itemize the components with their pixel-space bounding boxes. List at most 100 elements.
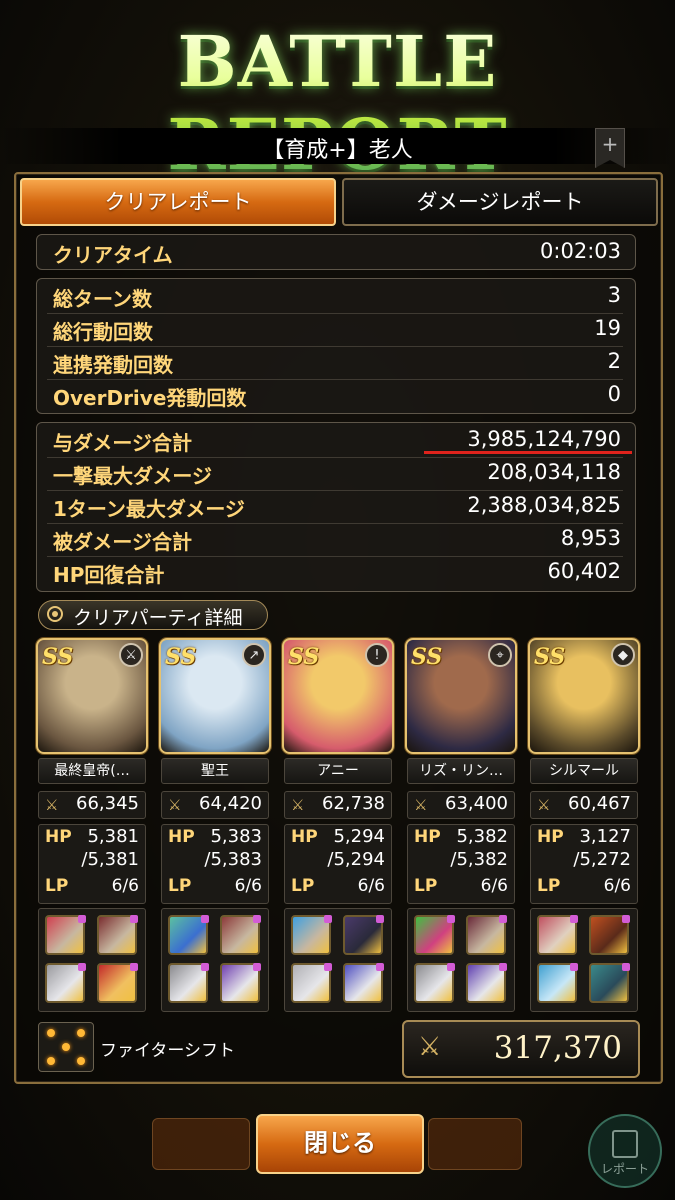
report-button[interactable]: レポート <box>588 1114 662 1188</box>
rank-dot-icon <box>570 915 578 923</box>
character-portrait[interactable]: SS ↗ <box>159 638 271 754</box>
stat-label: 与ダメージ合計 <box>53 431 192 455</box>
rank-badge: SS <box>165 644 197 670</box>
rank-dot-icon <box>570 963 578 971</box>
crossed-swords-icon: ⚔ <box>45 796 59 814</box>
weapon-glyph: ⌖ <box>496 648 504 663</box>
armor-icon[interactable] <box>589 915 630 955</box>
clear-time-value: 0:02:03 <box>540 239 621 263</box>
hp-lp-box: HP 5,381/5,381 LP 6/6 <box>38 824 146 904</box>
rank-dot-icon <box>78 963 86 971</box>
clear-time-label: クリアタイム <box>53 243 173 267</box>
lp-label: LP <box>414 876 438 896</box>
divider <box>47 490 623 491</box>
total-power-box: ⚔ 317,370 <box>402 1020 640 1078</box>
rank-dot-icon <box>253 915 261 923</box>
armor-icon[interactable] <box>220 915 261 955</box>
divider <box>47 457 623 458</box>
lp-value: 6/6 <box>357 876 385 896</box>
weapon-icon[interactable] <box>537 915 578 955</box>
gauntlet-icon[interactable] <box>168 963 209 1003</box>
rank-dot-icon <box>499 915 507 923</box>
stat-value: 19 <box>594 316 621 340</box>
weapon-glyph: ◆ <box>618 648 628 663</box>
stat-row: HP回復合計 60,402 <box>53 559 621 591</box>
weapon-glyph: ⚔ <box>125 648 137 663</box>
rank-dot-icon <box>499 963 507 971</box>
total-power-value: 317,370 <box>493 1030 622 1066</box>
stat-row: OverDrive発動回数 0 <box>53 382 621 414</box>
bow-icon: ⌖ <box>488 643 512 667</box>
gauntlet-icon[interactable] <box>537 963 578 1003</box>
crossed-swords-icon: ⚔ <box>414 796 428 814</box>
equipment-box <box>530 908 638 1012</box>
weapon-icon[interactable] <box>414 915 455 955</box>
stat-row: 被ダメージ合計 8,953 <box>53 526 621 558</box>
character-name: アニー <box>284 758 392 784</box>
rank-dot-icon <box>324 963 332 971</box>
gauntlet-icon[interactable] <box>45 963 86 1003</box>
armor-icon[interactable] <box>466 915 507 955</box>
power-value: 64,420 <box>199 793 262 814</box>
character-portrait[interactable]: SS ◆ <box>528 638 640 754</box>
character-portrait[interactable]: SS ⌖ <box>405 638 517 754</box>
accessory-icon[interactable] <box>466 963 507 1003</box>
tab-damage-report[interactable]: ダメージレポート <box>342 178 658 226</box>
armor-icon[interactable] <box>343 915 384 955</box>
stat-value: 208,034,118 <box>487 460 621 484</box>
rank-dot-icon <box>201 915 209 923</box>
gauntlet-icon[interactable] <box>291 963 332 1003</box>
weapon-icon[interactable] <box>168 915 209 955</box>
accessory-icon[interactable] <box>97 963 138 1003</box>
stat-label: 被ダメージ合計 <box>53 530 192 554</box>
weapon-icon[interactable] <box>45 915 86 955</box>
stat-label: HP回復合計 <box>53 563 165 587</box>
accessory-icon[interactable] <box>589 963 630 1003</box>
rank-dot-icon <box>253 963 261 971</box>
crossed-swords-icon: ⚔ <box>168 796 182 814</box>
accessory-icon[interactable] <box>220 963 261 1003</box>
crossed-swords-icon: ⚔ <box>418 1032 442 1062</box>
rank-dot-icon <box>201 963 209 971</box>
gauntlet-icon[interactable] <box>414 963 455 1003</box>
rank-dot-icon <box>324 915 332 923</box>
divider <box>47 379 623 380</box>
divider <box>47 523 623 524</box>
hp-lp-box: HP 5,294/5,294 LP 6/6 <box>284 824 392 904</box>
hp-lp-box: HP 5,383/5,383 LP 6/6 <box>161 824 269 904</box>
rank-dot-icon <box>376 963 384 971</box>
clear-time-row: クリアタイム 0:02:03 <box>53 239 621 271</box>
power-box: ⚔ 64,420 <box>161 791 269 819</box>
plus-icon: + <box>601 132 619 156</box>
power-value: 66,345 <box>76 793 139 814</box>
next-button[interactable] <box>428 1118 522 1170</box>
weapon-icon[interactable] <box>291 915 332 955</box>
lp-label: LP <box>45 876 69 896</box>
formation-box[interactable]: ファイターシフト <box>38 1022 394 1072</box>
quest-name: 【育成+】老人 <box>262 138 413 163</box>
accessory-icon[interactable] <box>343 963 384 1003</box>
rank-badge: SS <box>411 644 443 670</box>
hp-label: HP <box>414 827 441 847</box>
hp-value: 3,127 <box>579 826 631 847</box>
hp-label: HP <box>291 827 318 847</box>
stat-row: 連携発動回数 2 <box>53 349 621 381</box>
stat-row: 総ターン数 3 <box>53 283 621 315</box>
character-name: シルマール <box>530 758 638 784</box>
lp-label: LP <box>537 876 561 896</box>
party-detail-header[interactable]: クリアパーティ詳細 <box>38 600 268 630</box>
lp-label: LP <box>168 876 192 896</box>
character-portrait[interactable]: SS! <box>282 638 394 754</box>
stat-label: 1ターン最大ダメージ <box>53 497 245 521</box>
character-portrait[interactable]: SS ⚔ <box>36 638 148 754</box>
tab-clear-report[interactable]: クリアレポート <box>20 178 336 226</box>
damage-box: 与ダメージ合計 3,985,124,790 一撃最大ダメージ 208,034,118… <box>36 422 636 592</box>
formation-label: ファイターシフト <box>100 1041 235 1061</box>
retry-button[interactable] <box>152 1118 250 1170</box>
hp-max: /5,272 <box>573 849 631 870</box>
stat-value: 3,985,124,790 <box>467 427 621 451</box>
close-button[interactable]: 閉じる <box>256 1114 424 1174</box>
divider <box>47 313 623 314</box>
hp-value: 5,294 <box>333 826 385 847</box>
armor-icon[interactable] <box>97 915 138 955</box>
